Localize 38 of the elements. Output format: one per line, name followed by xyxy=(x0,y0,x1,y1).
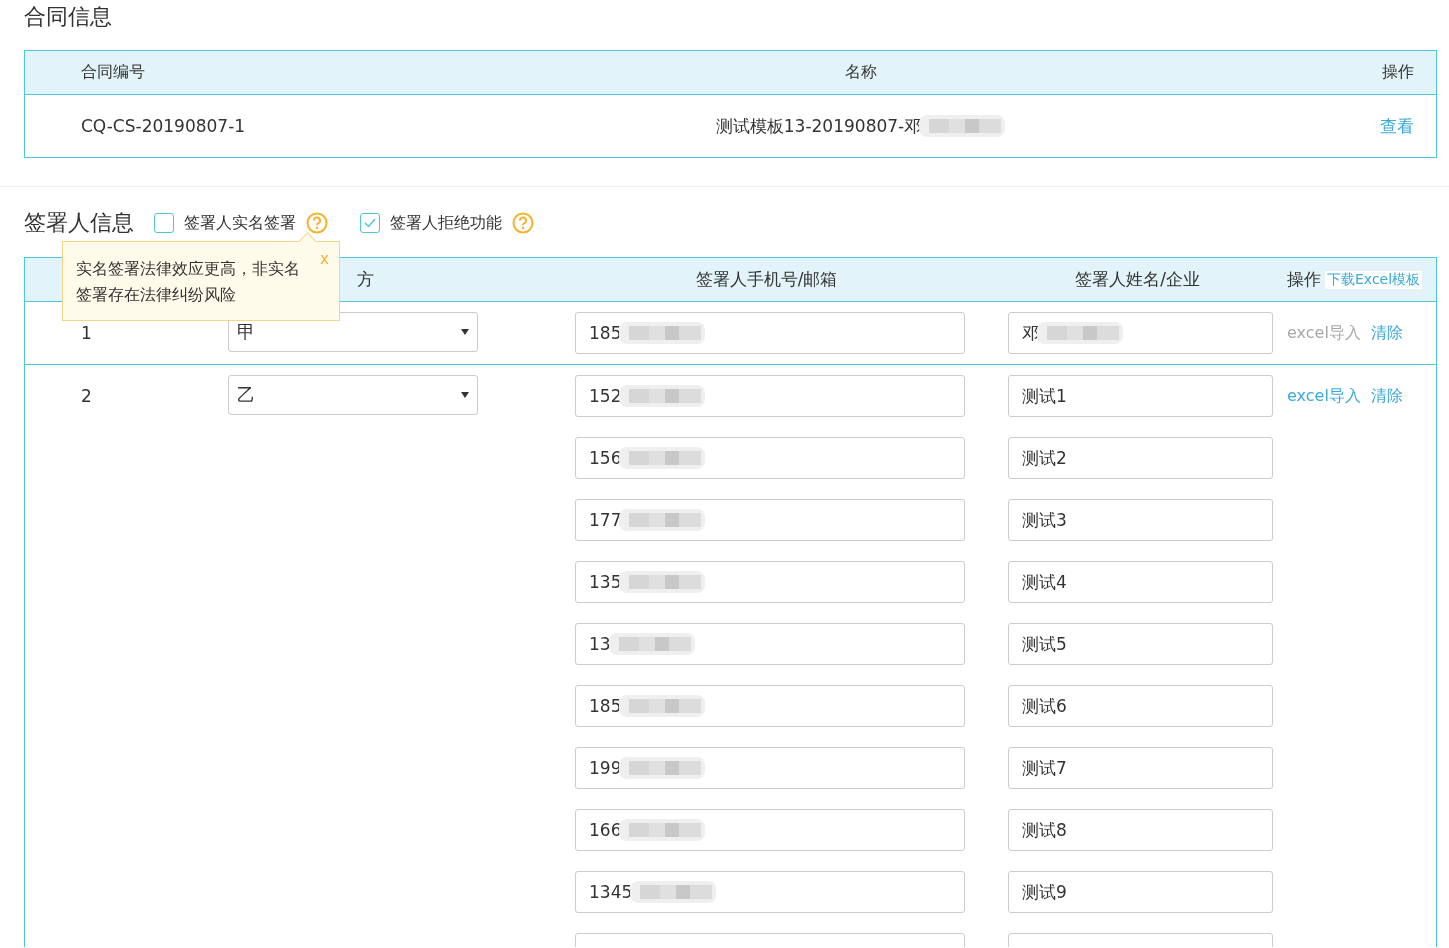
name-field[interactable]: 测试8 xyxy=(1008,809,1273,851)
section-title: 签署人信息 xyxy=(24,209,134,237)
name-field[interactable]: 测试5 xyxy=(1008,623,1273,665)
phone-field[interactable]: 13 xyxy=(575,623,965,665)
phone-field[interactable]: 1345 xyxy=(575,871,965,913)
tooltip-text: 实名签署法律效应更高，非实名签署存在法律纠纷风险 xyxy=(76,259,300,304)
column-header: 签署人手机号/邮箱 xyxy=(695,269,838,289)
name-field[interactable]: 测试9 xyxy=(1008,871,1273,913)
column-header: 签署人姓名/企业 xyxy=(1075,269,1200,289)
phone-field[interactable]: 166 xyxy=(575,809,965,851)
name-field[interactable]: 测试4 xyxy=(1008,561,1273,603)
name-field[interactable]: 测试3 xyxy=(1008,499,1273,541)
column-header: 操作 xyxy=(1287,268,1321,291)
checkbox-label: 签署人实名签署 xyxy=(184,212,296,234)
column-header: 合同编号 xyxy=(80,62,146,83)
name-field[interactable]: 测试6 xyxy=(1008,685,1273,727)
contract-name: 测试模板13-20190807-邓 xyxy=(715,114,922,138)
column-header: 方 xyxy=(357,269,374,289)
name-field[interactable]: 测试7 xyxy=(1008,747,1273,789)
contract-number: CQ-CS-20190807-1 xyxy=(80,116,247,136)
phone-field[interactable]: 199 xyxy=(575,747,965,789)
column-header: 名称 xyxy=(843,62,878,83)
phone-field[interactable]: 135 xyxy=(575,561,965,603)
phone-field[interactable]: 152 xyxy=(575,375,965,417)
name-field[interactable]: 测试1 xyxy=(1008,375,1273,417)
party-select[interactable]: 甲 xyxy=(228,312,478,352)
phone-field[interactable]: 156 xyxy=(575,437,965,479)
row-number: 1 xyxy=(80,322,93,345)
party-select[interactable]: 乙 xyxy=(228,375,478,415)
phone-field[interactable]: 177 xyxy=(575,499,965,541)
phone-field[interactable]: 185 xyxy=(575,685,965,727)
name-field[interactable]: 测试2 xyxy=(1008,437,1273,479)
name-field[interactable]: 邓 xyxy=(1008,312,1273,354)
section-title: 合同信息 xyxy=(24,3,113,31)
column-header: 操作 xyxy=(1381,62,1415,83)
row-number: 2 xyxy=(80,385,93,408)
phone-field[interactable]: 185 xyxy=(575,312,965,354)
checkbox-label: 签署人拒绝功能 xyxy=(390,212,502,234)
